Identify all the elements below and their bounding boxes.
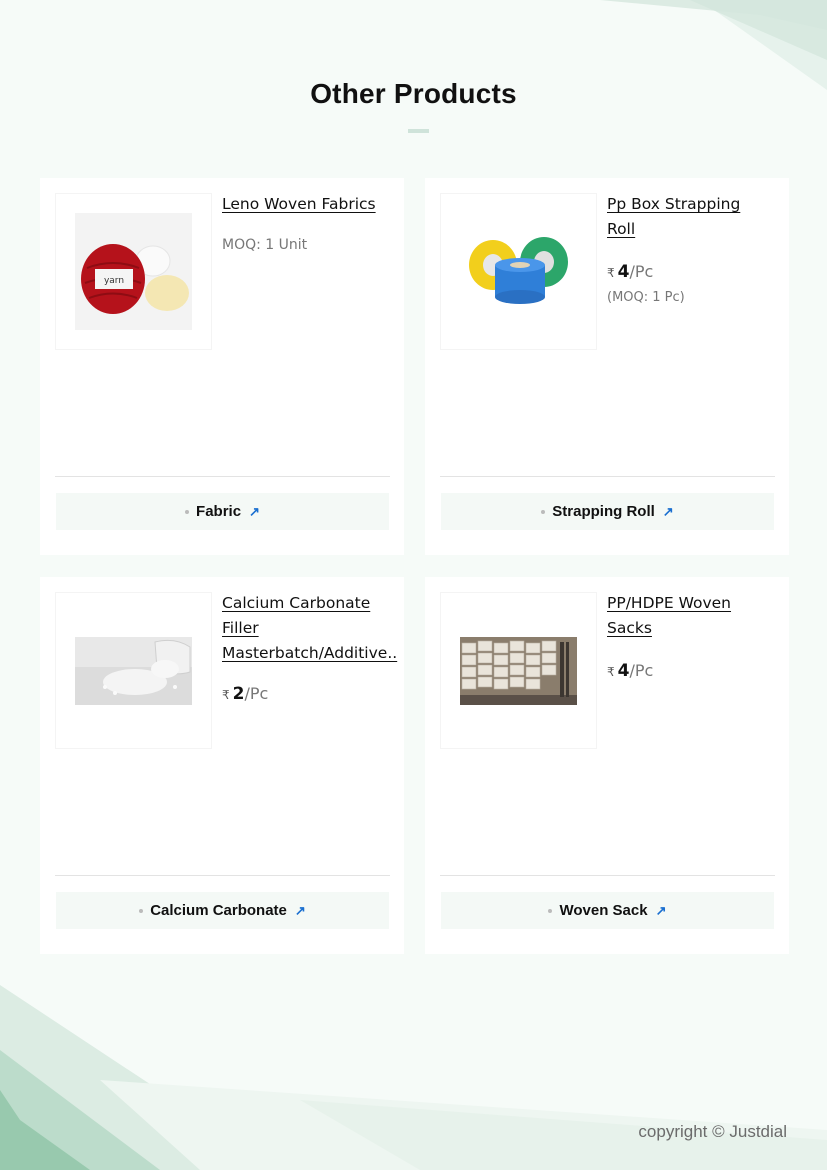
product-name-link[interactable]: Leno Woven Fabrics [222, 192, 402, 217]
price-unit: /Pc [629, 262, 654, 281]
product-card: PP/HDPE Woven Sacks ₹4/Pc Woven Sack ↗ [425, 577, 789, 954]
product-moq: (MOQ: 1 Pc) [607, 290, 685, 305]
product-name-link[interactable]: Pp Box Strapping Roll [607, 192, 787, 242]
category-tag-link[interactable]: Strapping Roll ↗ [441, 493, 774, 530]
granules-image [75, 636, 192, 705]
card-divider [55, 476, 390, 477]
svg-text:yarn: yarn [104, 276, 124, 286]
arrow-up-right-icon: ↗ [249, 503, 260, 519]
category-label: Calcium Carbonate [150, 902, 287, 919]
price-amount: 4 [617, 262, 630, 282]
price-unit: /Pc [244, 684, 269, 703]
product-card: Calcium Carbonate Filler Masterbatch/Add… [40, 577, 404, 954]
product-price: ₹4/Pc [607, 262, 653, 282]
price-amount: 4 [617, 661, 630, 681]
bullet-dot [185, 509, 190, 514]
rupee-icon: ₹ [607, 266, 615, 280]
product-moq: MOQ: 1 Unit [222, 237, 308, 253]
product-thumbnail[interactable] [440, 193, 597, 350]
bullet-dot [139, 908, 144, 913]
arrow-up-right-icon: ↗ [655, 902, 667, 918]
category-tag-link[interactable]: Calcium Carbonate ↗ [56, 892, 389, 929]
category-label: Strapping Roll [552, 503, 655, 520]
product-name-link[interactable]: PP/HDPE Woven Sacks [607, 591, 787, 641]
card-divider [55, 875, 390, 876]
strapping-rolls-image [469, 236, 568, 304]
product-card: yarn Leno Woven Fabrics MOQ: 1 Unit Fabr… [40, 178, 404, 555]
arrow-up-right-icon: ↗ [662, 503, 674, 519]
product-thumbnail[interactable] [55, 592, 212, 749]
card-divider [440, 875, 775, 876]
product-thumbnail[interactable] [440, 592, 597, 749]
price-amount: 2 [232, 684, 245, 704]
product-price: ₹2/Pc [222, 684, 268, 704]
product-card: Pp Box Strapping Roll ₹4/Pc (MOQ: 1 Pc) … [425, 178, 789, 555]
arrow-up-right-icon: ↗ [294, 902, 306, 918]
category-label: Woven Sack [559, 902, 648, 919]
title-underline [408, 129, 429, 133]
price-unit: /Pc [629, 661, 654, 680]
rupee-icon: ₹ [607, 665, 615, 679]
product-name-link[interactable]: Calcium Carbonate Filler Masterbatch/Add… [222, 591, 407, 666]
bullet-dot [548, 908, 553, 913]
copyright-text: copyright © Justdial [638, 1122, 787, 1141]
page-title: Other Products [310, 78, 517, 109]
category-tag-link[interactable]: Fabric ↗ [56, 493, 389, 530]
yarn-balls-image: yarn [75, 213, 192, 330]
card-divider [440, 476, 775, 477]
product-thumbnail[interactable]: yarn [55, 193, 212, 350]
woven-sacks-image [460, 636, 577, 705]
category-tag-link[interactable]: Woven Sack ↗ [441, 892, 774, 929]
bullet-dot [541, 509, 546, 514]
category-label: Fabric [196, 503, 242, 520]
product-price: ₹4/Pc [607, 661, 653, 681]
rupee-icon: ₹ [222, 688, 230, 702]
